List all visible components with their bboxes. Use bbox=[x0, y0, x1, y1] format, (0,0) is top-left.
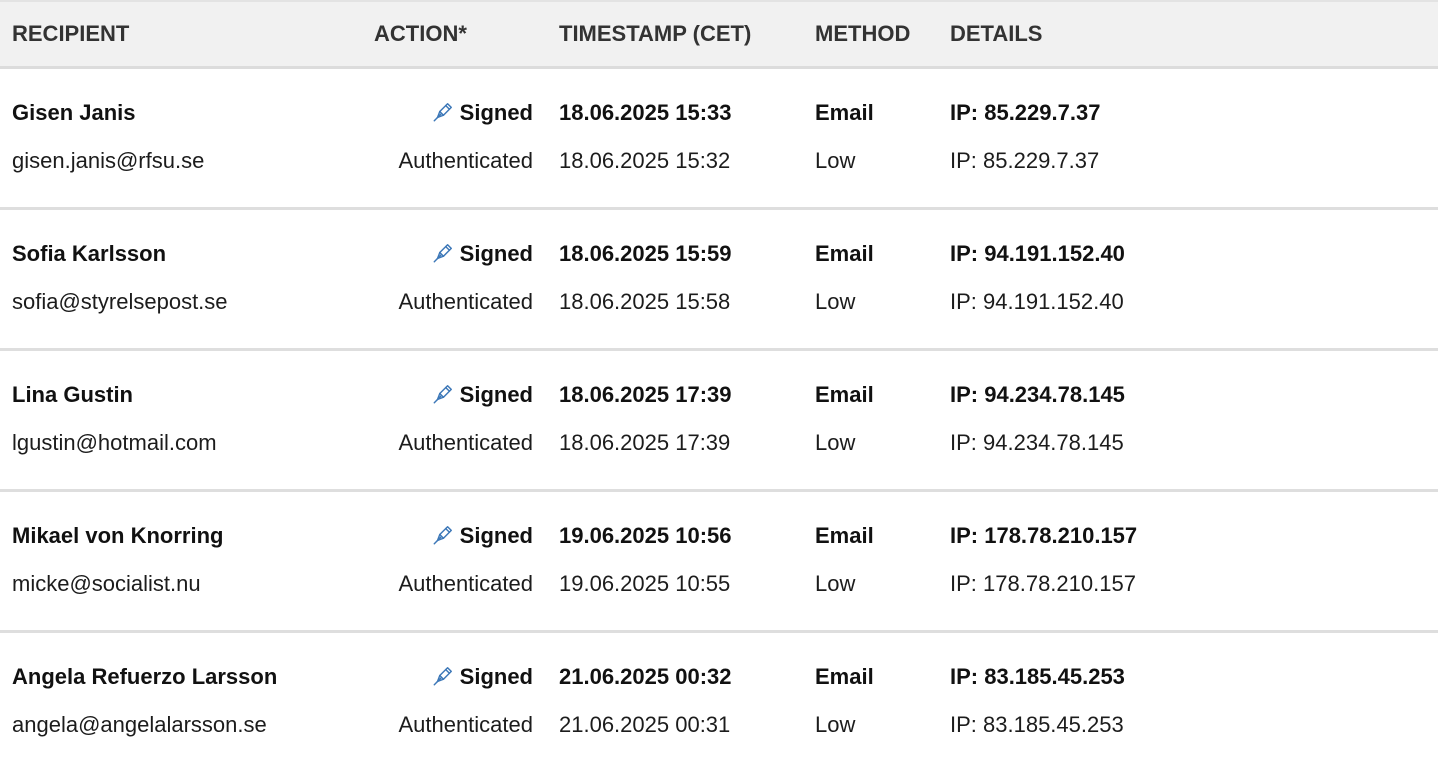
action-authenticated: Authenticated bbox=[362, 701, 547, 771]
table-header: RECIPIENT ACTION* TIMESTAMP (CET) METHOD… bbox=[0, 1, 1438, 68]
authenticated-method: Low bbox=[803, 701, 938, 771]
pen-icon bbox=[432, 383, 454, 405]
signed-details: IP: 178.78.210.157 bbox=[938, 491, 1438, 561]
recipient-name: Gisen Janis bbox=[0, 68, 362, 138]
authenticated-details: IP: 94.191.152.40 bbox=[938, 278, 1438, 350]
authenticated-row: angela@angelalarsson.se Authenticated 21… bbox=[0, 701, 1438, 771]
authenticated-row: sofia@styrelsepost.se Authenticated 18.0… bbox=[0, 278, 1438, 350]
header-method: METHOD bbox=[803, 1, 938, 68]
pen-icon bbox=[432, 242, 454, 264]
action-signed-label: Signed bbox=[460, 523, 533, 548]
header-details: DETAILS bbox=[938, 1, 1438, 68]
authenticated-row: lgustin@hotmail.com Authenticated 18.06.… bbox=[0, 419, 1438, 491]
pen-icon bbox=[432, 101, 454, 123]
authenticated-details: IP: 94.234.78.145 bbox=[938, 419, 1438, 491]
signed-row: Mikael von Knorring Signed 19.06.2025 10… bbox=[0, 491, 1438, 561]
header-action: ACTION* bbox=[362, 1, 547, 68]
recipient-email: gisen.janis@rfsu.se bbox=[0, 137, 362, 209]
recipient-email: lgustin@hotmail.com bbox=[0, 419, 362, 491]
authenticated-timestamp: 21.06.2025 00:31 bbox=[547, 701, 803, 771]
header-row: RECIPIENT ACTION* TIMESTAMP (CET) METHOD… bbox=[0, 1, 1438, 68]
signed-method: Email bbox=[803, 491, 938, 561]
action-authenticated: Authenticated bbox=[362, 278, 547, 350]
recipient-name: Mikael von Knorring bbox=[0, 491, 362, 561]
signed-row: Sofia Karlsson Signed 18.06.2025 15:59 E… bbox=[0, 209, 1438, 279]
recipient-email: angela@angelalarsson.se bbox=[0, 701, 362, 771]
pen-icon bbox=[432, 665, 454, 687]
signed-row: Angela Refuerzo Larsson Signed 21.06.202… bbox=[0, 632, 1438, 702]
pen-icon bbox=[432, 524, 454, 546]
authenticated-row: gisen.janis@rfsu.se Authenticated 18.06.… bbox=[0, 137, 1438, 209]
signed-method: Email bbox=[803, 209, 938, 279]
authenticated-method: Low bbox=[803, 278, 938, 350]
signed-details: IP: 85.229.7.37 bbox=[938, 68, 1438, 138]
authenticated-details: IP: 83.185.45.253 bbox=[938, 701, 1438, 771]
recipient-email: micke@socialist.nu bbox=[0, 560, 362, 632]
action-authenticated: Authenticated bbox=[362, 137, 547, 209]
authenticated-details: IP: 178.78.210.157 bbox=[938, 560, 1438, 632]
authenticated-row: micke@socialist.nu Authenticated 19.06.2… bbox=[0, 560, 1438, 632]
signed-method: Email bbox=[803, 632, 938, 702]
authenticated-method: Low bbox=[803, 137, 938, 209]
signed-timestamp: 21.06.2025 00:32 bbox=[547, 632, 803, 702]
authenticated-timestamp: 19.06.2025 10:55 bbox=[547, 560, 803, 632]
signed-details: IP: 94.191.152.40 bbox=[938, 209, 1438, 279]
authenticated-details: IP: 85.229.7.37 bbox=[938, 137, 1438, 209]
recipient-name: Lina Gustin bbox=[0, 350, 362, 420]
recipient-name: Angela Refuerzo Larsson bbox=[0, 632, 362, 702]
action-signed: Signed bbox=[362, 632, 547, 702]
signature-audit-table: RECIPIENT ACTION* TIMESTAMP (CET) METHOD… bbox=[0, 0, 1438, 771]
signed-details: IP: 83.185.45.253 bbox=[938, 632, 1438, 702]
action-signed: Signed bbox=[362, 350, 547, 420]
header-recipient: RECIPIENT bbox=[0, 1, 362, 68]
signed-method: Email bbox=[803, 68, 938, 138]
recipient-email: sofia@styrelsepost.se bbox=[0, 278, 362, 350]
signed-row: Lina Gustin Signed 18.06.2025 17:39 Emai… bbox=[0, 350, 1438, 420]
authenticated-method: Low bbox=[803, 419, 938, 491]
authenticated-timestamp: 18.06.2025 15:32 bbox=[547, 137, 803, 209]
signed-timestamp: 19.06.2025 10:56 bbox=[547, 491, 803, 561]
header-timestamp: TIMESTAMP (CET) bbox=[547, 1, 803, 68]
signed-row: Gisen Janis Signed 18.06.2025 15:33 Emai… bbox=[0, 68, 1438, 138]
table-body: Gisen Janis Signed 18.06.2025 15:33 Emai… bbox=[0, 68, 1438, 771]
audit-trail: RECIPIENT ACTION* TIMESTAMP (CET) METHOD… bbox=[0, 0, 1447, 769]
signed-timestamp: 18.06.2025 15:33 bbox=[547, 68, 803, 138]
action-signed-label: Signed bbox=[460, 382, 533, 407]
signed-timestamp: 18.06.2025 17:39 bbox=[547, 350, 803, 420]
action-signed-label: Signed bbox=[460, 241, 533, 266]
action-signed-label: Signed bbox=[460, 664, 533, 689]
authenticated-timestamp: 18.06.2025 15:58 bbox=[547, 278, 803, 350]
action-signed: Signed bbox=[362, 68, 547, 138]
action-signed: Signed bbox=[362, 491, 547, 561]
authenticated-timestamp: 18.06.2025 17:39 bbox=[547, 419, 803, 491]
authenticated-method: Low bbox=[803, 560, 938, 632]
action-signed-label: Signed bbox=[460, 100, 533, 125]
action-authenticated: Authenticated bbox=[362, 419, 547, 491]
action-signed: Signed bbox=[362, 209, 547, 279]
signed-details: IP: 94.234.78.145 bbox=[938, 350, 1438, 420]
signed-timestamp: 18.06.2025 15:59 bbox=[547, 209, 803, 279]
action-authenticated: Authenticated bbox=[362, 560, 547, 632]
signed-method: Email bbox=[803, 350, 938, 420]
recipient-name: Sofia Karlsson bbox=[0, 209, 362, 279]
